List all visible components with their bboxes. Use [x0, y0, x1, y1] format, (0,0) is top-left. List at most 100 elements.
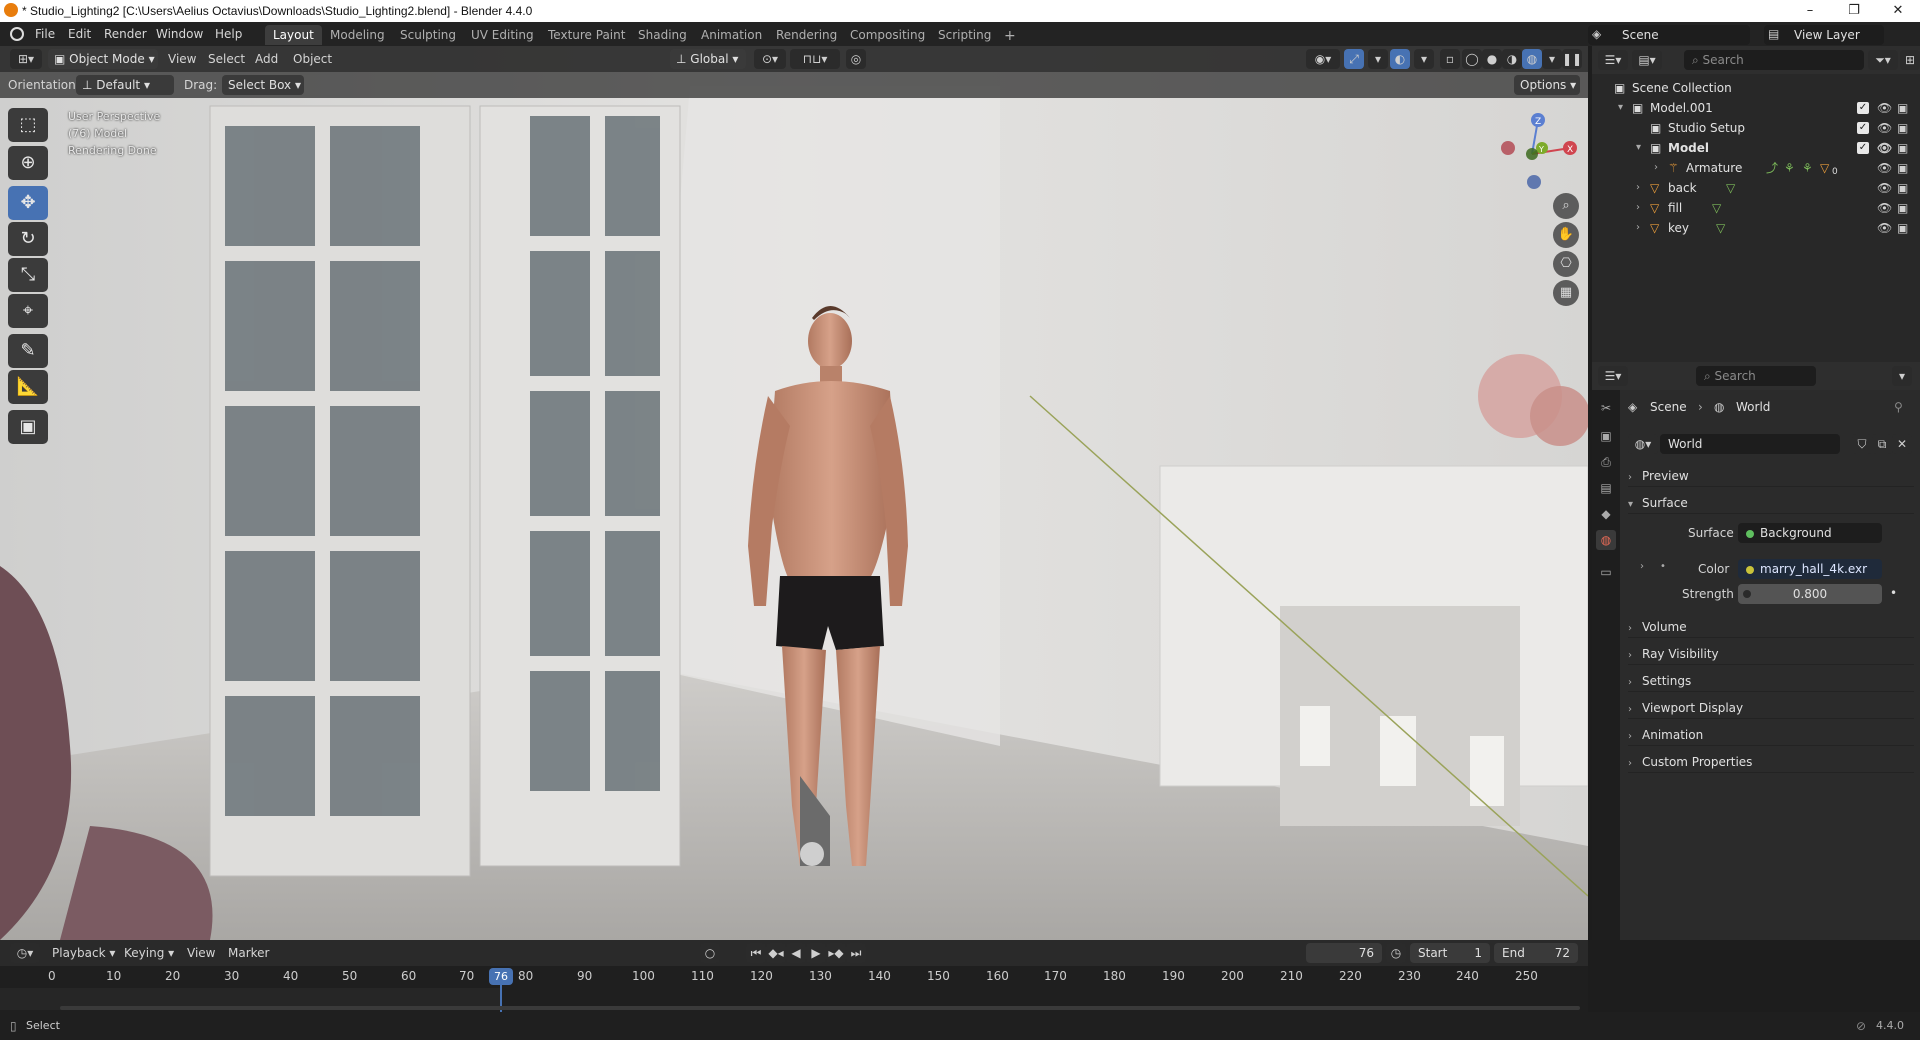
menu-playback[interactable]: Playback ▾	[52, 943, 115, 963]
scale-icon[interactable]: ⤡	[8, 258, 48, 292]
play-reverse-icon[interactable]: ◀	[786, 943, 806, 963]
world-browse-icon[interactable]: ◍▾	[1628, 434, 1658, 454]
tab-animation[interactable]: Animation	[693, 25, 770, 45]
auto-keying-icon[interactable]: ○	[700, 943, 720, 963]
overlays-toggle-icon[interactable]: ◐	[1390, 49, 1410, 69]
outliner-row-fill[interactable]: › ▽ fill ▽ 👁 ▣	[1592, 198, 1920, 218]
render-camera-icon[interactable]: ▣	[1897, 198, 1908, 218]
gizmo-dropdown-icon[interactable]: ▾	[1368, 49, 1388, 69]
exclude-checkbox[interactable]: ✓	[1857, 122, 1869, 134]
timeline-scrollbar[interactable]	[60, 1006, 1580, 1010]
render-camera-icon[interactable]: ▣	[1897, 118, 1908, 138]
viewport-visibility-icon[interactable]: ◉▾	[1306, 49, 1340, 69]
preview-range-icon[interactable]: ◷	[1386, 943, 1406, 963]
measure-icon[interactable]: 📐	[8, 370, 48, 404]
menu-view[interactable]: View	[168, 49, 196, 69]
transform-icon[interactable]: ⌖	[8, 294, 48, 328]
pause-render-icon[interactable]: ❚❚	[1562, 49, 1582, 69]
tool-tab-icon[interactable]: ✂	[1596, 398, 1616, 418]
section-ray-visibility[interactable]: › Ray Visibility	[1628, 643, 1914, 665]
start-frame-field[interactable]: Start 1	[1410, 943, 1490, 963]
section-surface[interactable]: ▾ Surface	[1628, 492, 1914, 514]
eye-icon[interactable]: 👁	[1877, 178, 1892, 198]
rotate-icon[interactable]: ↻	[8, 222, 48, 256]
jump-start-icon[interactable]: ⏮	[746, 943, 766, 963]
transform-orientation-dropdown[interactable]: ⊥ Global ▾	[670, 49, 746, 69]
close-button[interactable]: ✕	[1876, 0, 1920, 22]
tab-shading[interactable]: Shading	[630, 25, 695, 45]
expand-arrow-icon[interactable]: ›	[1640, 561, 1644, 572]
keyframe-dot-icon[interactable]: •	[1660, 561, 1666, 572]
section-custom-properties[interactable]: › Custom Properties	[1628, 751, 1914, 773]
timeline-editor-type-icon[interactable]: ◷▾	[10, 943, 40, 963]
display-mode-icon[interactable]: ▤▾	[1632, 50, 1662, 70]
solid-shading-icon[interactable]: ●	[1482, 49, 1502, 69]
expand-arrow-icon[interactable]: ▾	[1618, 98, 1623, 118]
menu-view[interactable]: View	[187, 943, 215, 963]
view-layer-selector[interactable]: ▤ View Layer	[1764, 25, 1884, 45]
color-texture-field[interactable]: marry_hall_4k.exr	[1738, 559, 1882, 579]
section-animation[interactable]: › Animation	[1628, 724, 1914, 746]
expand-arrow-icon[interactable]: ▾	[1636, 138, 1641, 158]
menu-add[interactable]: Add	[255, 49, 278, 69]
select-box-icon[interactable]: ⬚	[8, 108, 48, 142]
eye-icon[interactable]: 👁	[1877, 198, 1892, 218]
add-workspace-button[interactable]: +	[996, 25, 1024, 45]
outliner-row-key[interactable]: › ▽ key ▽ 👁 ▣	[1592, 218, 1920, 238]
pan-hand-icon[interactable]: ✋	[1553, 222, 1579, 248]
outliner-search-input[interactable]: ⌕ Search	[1684, 50, 1864, 70]
rendered-shading-icon[interactable]: ◍	[1522, 49, 1542, 69]
properties-editor-type-icon[interactable]: ☰▾	[1598, 366, 1628, 386]
expand-arrow-icon[interactable]: ›	[1654, 158, 1658, 178]
render-tab-icon[interactable]: ▣	[1596, 426, 1616, 446]
pin-icon[interactable]: ⚲	[1894, 400, 1903, 414]
section-viewport-display[interactable]: › Viewport Display	[1628, 697, 1914, 719]
timeline-ruler[interactable]: 0 10 20 30 40 50 60 70 80 90 100 110 120…	[0, 966, 1588, 1012]
eye-icon[interactable]: 👁	[1877, 138, 1892, 158]
tab-texture-paint[interactable]: Texture Paint	[540, 25, 633, 45]
zoom-icon[interactable]: ⌕	[1553, 193, 1579, 219]
cursor-icon[interactable]: ⊕	[8, 146, 48, 180]
expand-arrow-icon[interactable]: ›	[1636, 198, 1640, 218]
collection-tab-icon[interactable]: ▭	[1596, 562, 1616, 582]
render-camera-icon[interactable]: ▣	[1897, 158, 1908, 178]
jump-keyframe-back-icon[interactable]: ◆◂	[766, 943, 786, 963]
exclude-checkbox[interactable]: ✓	[1857, 142, 1869, 154]
outliner-row-armature[interactable]: › ⚚ Armature ⤴ ⚘ ⚘ ▽ 0 👁 ▣	[1592, 158, 1920, 178]
end-frame-field[interactable]: End 72	[1494, 943, 1578, 963]
menu-help[interactable]: Help	[215, 27, 242, 41]
menu-window[interactable]: Window	[156, 27, 203, 41]
expand-arrow-icon[interactable]: ›	[1636, 218, 1640, 238]
wireframe-shading-icon[interactable]: ◯	[1462, 49, 1482, 69]
eye-icon[interactable]: 👁	[1877, 158, 1892, 178]
tab-scripting[interactable]: Scripting	[930, 25, 999, 45]
view-layer-tab-icon[interactable]: ▤	[1596, 478, 1616, 498]
properties-search-input[interactable]: ⌕ Search	[1696, 366, 1816, 386]
minimize-button[interactable]: –	[1788, 0, 1832, 22]
keyframe-dot-icon[interactable]: •	[1890, 586, 1897, 600]
world-tab-icon[interactable]: ◍	[1596, 530, 1616, 550]
menu-file[interactable]: File	[35, 27, 55, 41]
outliner-row-model[interactable]: ▾ ▣ Model ✓ 👁 ▣	[1592, 138, 1920, 158]
tab-compositing[interactable]: Compositing	[842, 25, 933, 45]
render-camera-icon[interactable]: ▣	[1897, 218, 1908, 238]
surface-shader-field[interactable]: Background	[1738, 523, 1882, 543]
render-camera-icon[interactable]: ▣	[1897, 98, 1908, 118]
3d-viewport[interactable]	[0, 46, 1588, 940]
fake-user-icon[interactable]: ⛉	[1852, 434, 1872, 454]
snapping-icon[interactable]: ⊓⊔▾	[790, 49, 840, 69]
maximize-button[interactable]: ❐	[1832, 0, 1876, 22]
shading-dropdown-icon[interactable]: ▾	[1542, 49, 1562, 69]
menu-select[interactable]: Select	[208, 49, 245, 69]
outliner-editor-type-icon[interactable]: ☰▾	[1598, 50, 1628, 70]
annotate-icon[interactable]: ✎	[8, 334, 48, 368]
tab-uv-editing[interactable]: UV Editing	[463, 25, 542, 45]
menu-object[interactable]: Object	[293, 49, 332, 69]
render-camera-icon[interactable]: ▣	[1897, 178, 1908, 198]
eye-icon[interactable]: 👁	[1877, 218, 1892, 238]
playhead-marker[interactable]: 76	[489, 968, 513, 985]
scene-tab-icon[interactable]: ◆	[1596, 504, 1616, 524]
navigation-gizmo[interactable]: Z X Y	[1500, 108, 1580, 192]
editor-type-icon[interactable]: ⊞▾	[10, 49, 42, 69]
play-icon[interactable]: ▶	[806, 943, 826, 963]
